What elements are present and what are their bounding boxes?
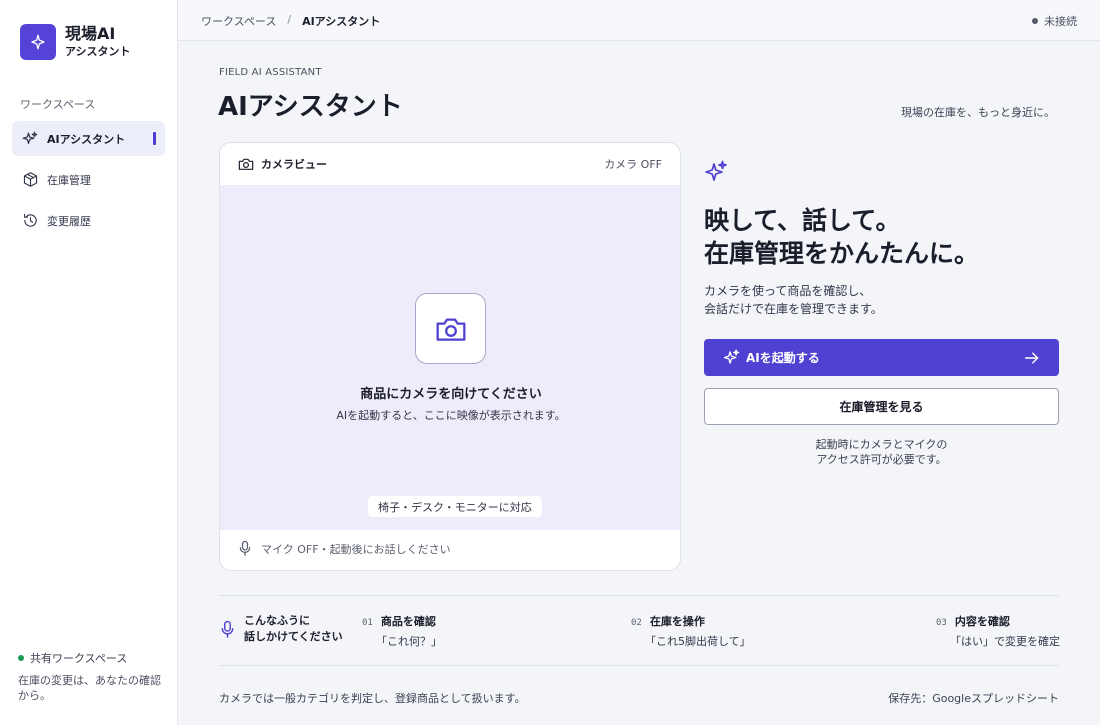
page-eyebrow: FIELD AI ASSISTANT: [219, 67, 322, 78]
examples-intro-line-1: こんなふうに: [244, 614, 310, 627]
description: カメラを使って商品を確認し、 会話だけで在庫を管理できます。: [704, 282, 1060, 318]
example-item: 03 内容を確認 「はい」で変更を確定: [936, 613, 1060, 649]
permission-note-line-1: 起動時にカメラとマイクの: [815, 438, 948, 451]
brand-subtitle: アシスタント: [65, 45, 131, 58]
connection-status-label: 未接続: [1044, 15, 1077, 28]
description-line-2: 会話だけで在庫を管理できます。: [704, 302, 883, 316]
sidebar-item-label: 変更履歴: [47, 214, 91, 228]
box-icon: [21, 171, 39, 189]
workspace-name: 共有ワークスペース: [30, 652, 128, 665]
example-quote: 「はい」で変更を確定: [950, 635, 1060, 648]
storage-destination: 保存先：Googleスプレッドシート: [888, 692, 1059, 705]
status-dot: [18, 655, 24, 661]
arrow-right-icon: [1024, 351, 1039, 364]
breadcrumb: ワークスペース / AIアシスタント: [201, 13, 380, 29]
connection-status: 未接続: [1032, 13, 1077, 29]
camera-icon: [238, 157, 254, 171]
example-item: 02 在庫を操作 「これ5脚出荷して」: [631, 613, 751, 649]
active-indicator: [153, 132, 156, 145]
camera-title: カメラビュー: [261, 158, 327, 171]
camera-prompt: 商品にカメラを向けてください: [360, 387, 542, 402]
sparkle-icon: [705, 160, 727, 181]
brand-name: 現場AI: [65, 24, 116, 43]
breadcrumb-current: AIアシスタント: [302, 15, 381, 28]
camera-state: カメラ OFF: [604, 158, 662, 171]
sidebar-note: 在庫の変更は、あなたの確認から。: [18, 674, 161, 702]
workspace-status: 共有ワークスペース: [18, 650, 168, 666]
camera-hint: AIを起動すると、ここに映像が表示されます。: [336, 409, 566, 422]
sidebar-nav: AIアシスタント 在庫管理 変更履歴: [12, 121, 165, 244]
breadcrumb-workspace[interactable]: ワークスペース: [201, 13, 276, 29]
sparkle-icon: [20, 24, 56, 60]
sidebar-item-inventory[interactable]: 在庫管理: [12, 162, 165, 197]
footer-note: カメラでは一般カテゴリを判定し、登録商品として扱います。: [219, 692, 526, 705]
sparkle-icon: [21, 130, 39, 148]
example-quote: 「これ5脚出荷して」: [645, 635, 751, 648]
example-number: 01: [362, 618, 373, 628]
intro-panel: 映して、話して。 在庫管理をかんたんに。 カメラを使って商品を確認し、 会話だけ…: [704, 160, 1060, 467]
example-title: 商品を確認: [380, 615, 436, 628]
permission-note: 起動時にカメラとマイクの アクセス許可が必要です。: [704, 437, 1059, 467]
headline-line-2: 在庫管理をかんたんに。: [704, 239, 980, 268]
microphone-icon: [220, 620, 235, 639]
example-item: 01 商品を確認 「これ何？」: [362, 613, 442, 649]
sidebar-item-ai-assistant[interactable]: AIアシスタント: [12, 121, 165, 156]
page-tagline: 現場の在庫を、もっと身近に。: [901, 106, 1055, 119]
mic-status: マイク OFF・起動後にお話しください: [238, 540, 451, 557]
sidebar: 現場AI アシスタント ワークスペース AIアシスタント 在庫管理 変更履歴 共…: [0, 0, 178, 725]
brand[interactable]: 現場AI アシスタント: [20, 24, 131, 60]
example-number: 03: [936, 618, 947, 628]
breadcrumb-separator: /: [287, 13, 292, 26]
description-line-1: カメラを使って商品を確認し、: [704, 284, 872, 298]
divider: [219, 595, 1059, 596]
start-ai-label: AIを起動する: [746, 351, 820, 365]
page-title: AIアシスタント: [218, 92, 403, 122]
example-title: 在庫を操作: [649, 615, 705, 628]
sidebar-item-history[interactable]: 変更履歴: [12, 203, 165, 238]
microphone-icon: [238, 540, 252, 557]
headline-line-1: 映して、話して。: [704, 206, 901, 235]
headline: 映して、話して。 在庫管理をかんたんに。: [704, 204, 1060, 270]
divider: [219, 665, 1059, 666]
camera-card: カメラビュー カメラ OFF 商品にカメラを向けてください AIを起動すると、こ…: [219, 142, 681, 571]
camera-start-button[interactable]: [415, 293, 486, 364]
examples-intro-line-2: 話しかけてください: [244, 630, 343, 643]
example-number: 02: [631, 618, 642, 628]
examples-intro: こんなふうに 話しかけてください: [220, 613, 343, 645]
sidebar-item-label: 在庫管理: [47, 173, 91, 187]
sidebar-section-label: ワークスペース: [20, 98, 96, 111]
permission-note-line-2: アクセス許可が必要です。: [816, 453, 947, 466]
start-ai-button[interactable]: AIを起動する: [704, 339, 1059, 376]
camera-icon: [436, 318, 465, 341]
sparkle-icon: [723, 349, 740, 366]
view-inventory-button[interactable]: 在庫管理を見る: [704, 388, 1059, 425]
mic-status-label: マイク OFF・起動後にお話しください: [261, 542, 451, 556]
example-quote: 「これ何？」: [376, 635, 442, 648]
sidebar-item-label: AIアシスタント: [47, 132, 126, 146]
camera-view: 商品にカメラを向けてください AIを起動すると、ここに映像が表示されます。 椅子…: [220, 185, 680, 530]
status-dot: [1032, 18, 1038, 24]
history-icon: [21, 212, 39, 230]
supported-items-badge: 椅子・デスク・モニターに対応: [368, 496, 542, 517]
sidebar-footer: 共有ワークスペース 在庫の変更は、あなたの確認から。: [18, 650, 168, 703]
example-title: 内容を確認: [954, 615, 1010, 628]
camera-header: カメラビュー カメラ OFF: [220, 143, 680, 185]
top-bar: ワークスペース / AIアシスタント 未接続: [178, 0, 1100, 41]
